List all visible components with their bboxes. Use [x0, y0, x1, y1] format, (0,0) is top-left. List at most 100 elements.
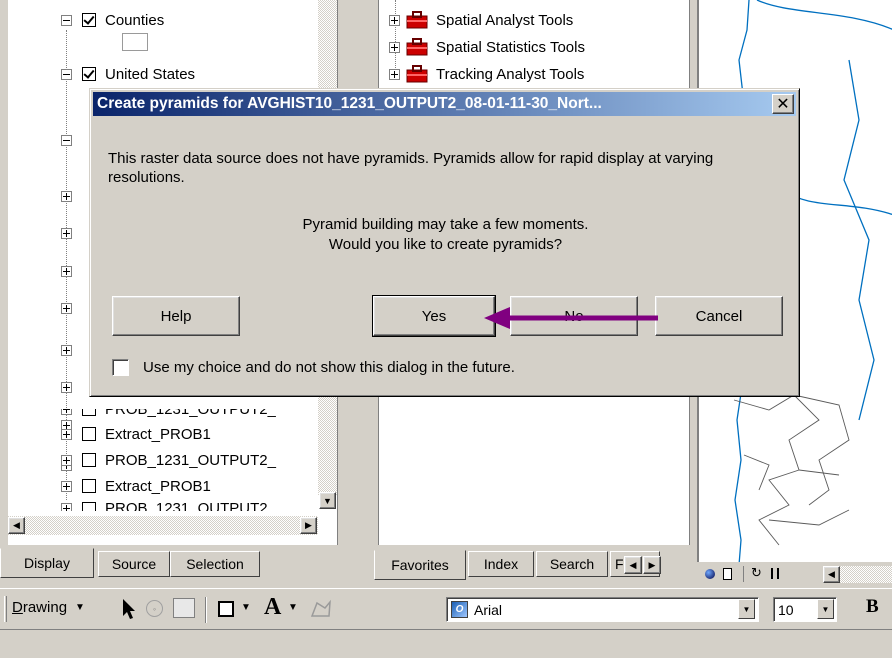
scroll-right-button[interactable]: ▶ [300, 517, 317, 534]
red-toolbox-icon [406, 65, 428, 83]
data-view-icon[interactable] [705, 569, 715, 579]
layer-row-prob-output[interactable]: PROB_1231_OUTPUT2_ [61, 409, 276, 420]
opentype-font-icon: O [451, 601, 468, 618]
drawing-menu-button[interactable]: Drawing ▼ [12, 599, 85, 616]
expand-icon[interactable] [389, 68, 400, 80]
scroll-down-button[interactable]: ▼ [319, 492, 336, 509]
toolbox-tracking-analyst[interactable]: Tracking Analyst Tools [389, 63, 584, 85]
dialog-title: Create pyramids for AVGHIST10_1231_OUTPU… [97, 95, 602, 112]
rotate-icon[interactable]: ◦ [146, 600, 163, 617]
layer-label: Counties [105, 11, 165, 29]
cancel-button[interactable]: Cancel [655, 296, 783, 336]
map-status-controls: ↻ ◀ [697, 562, 892, 588]
font-name-dropdown-button[interactable]: ▼ [738, 599, 755, 619]
font-name-combobox[interactable]: O Arial [446, 597, 759, 622]
expand-icon[interactable] [61, 191, 72, 202]
red-toolbox-icon [406, 11, 428, 29]
layer-visibility-checkbox[interactable] [82, 479, 96, 493]
layout-view-icon[interactable] [723, 568, 732, 580]
chevron-down-icon: ▼ [75, 602, 85, 613]
menu-mnemonic: D [12, 599, 23, 616]
counties-symbol [122, 31, 148, 53]
map-scroll-left-button[interactable]: ◀ [823, 566, 840, 583]
rectangle-icon[interactable] [218, 601, 234, 617]
expand-icon[interactable] [61, 228, 72, 239]
scroll-left-button[interactable]: ◀ [8, 517, 25, 534]
layer-label: PROB_1231_OUTPUT2_ [105, 451, 276, 469]
layer-row-extract-prob[interactable]: Extract_PROB1 [61, 423, 211, 445]
layer-row-counties[interactable]: Counties [61, 9, 164, 31]
layer-visibility-checkbox[interactable] [82, 427, 96, 441]
expand-icon[interactable] [389, 14, 400, 26]
dialog-message: This raster data source does not have py… [108, 150, 714, 186]
tab-selection[interactable]: Selection [170, 551, 260, 577]
tab-label: Favorites [391, 557, 449, 573]
help-button[interactable]: Help [112, 296, 240, 336]
toolbox-spatial-analyst[interactable]: Spatial Analyst Tools [389, 9, 573, 31]
bold-button[interactable]: B [866, 596, 879, 618]
layer-row-united-states[interactable]: United States [61, 63, 195, 85]
tab-label: Source [111, 556, 157, 572]
chevron-left-icon: ◀ [629, 559, 637, 570]
prompt-line: Would you like to create pyramids? [328, 236, 563, 253]
expand-icon[interactable] [389, 41, 400, 53]
layer-visibility-checkbox[interactable] [82, 13, 96, 27]
font-size-value: 10 [778, 601, 794, 618]
layer-visibility-checkbox[interactable] [82, 67, 96, 81]
remember-choice-row[interactable]: Use my choice and do not show this dialo… [112, 359, 515, 376]
dialog-titlebar[interactable]: Create pyramids for AVGHIST10_1231_OUTPU… [93, 92, 796, 116]
tab-search[interactable]: Search [536, 551, 608, 577]
expand-icon[interactable] [61, 428, 72, 440]
chevron-down-icon[interactable]: ▼ [288, 602, 298, 613]
layer-visibility-checkbox[interactable] [82, 409, 96, 416]
expand-icon[interactable] [61, 454, 72, 466]
expand-icon[interactable] [61, 382, 72, 393]
zoom-to-selected-icon[interactable] [173, 598, 195, 618]
expand-icon[interactable] [61, 303, 72, 314]
font-size-dropdown-button[interactable]: ▼ [817, 599, 834, 619]
tab-label: Display [24, 555, 70, 571]
close-button[interactable]: ✕ [772, 94, 794, 114]
select-elements-arrow-icon[interactable] [120, 598, 138, 620]
expand-icon[interactable] [61, 345, 72, 356]
collapse-icon[interactable] [61, 68, 72, 80]
chevron-left-icon: ◀ [13, 520, 20, 530]
tab-label: Index [483, 556, 519, 572]
tab-favorites[interactable]: Favorites [374, 550, 466, 580]
font-name-value: Arial [474, 601, 503, 618]
prompt-line: Pyramid building may take a few moments. [302, 216, 589, 233]
tab-source[interactable]: Source [98, 551, 170, 577]
toolbar-grip[interactable] [4, 596, 7, 622]
refresh-icon[interactable]: ↻ [751, 565, 762, 581]
annotation-arrow-icon [484, 307, 658, 329]
chevron-down-icon[interactable]: ▼ [241, 602, 251, 613]
layer-visibility-checkbox[interactable] [82, 453, 96, 467]
expand-icon[interactable] [61, 480, 72, 492]
toolbox-label: Spatial Statistics Tools [436, 38, 585, 56]
expand-icon[interactable] [61, 266, 72, 277]
expand-icon[interactable] [61, 503, 72, 511]
layer-visibility-checkbox[interactable] [82, 502, 96, 511]
yes-button[interactable]: Yes [372, 295, 496, 337]
checkbox-label: Use my choice and do not show this dialo… [143, 359, 515, 376]
toc-horizontal-scrollbar[interactable] [8, 516, 318, 535]
edit-vertices-icon[interactable] [309, 599, 333, 619]
toolbox-spatial-statistics[interactable]: Spatial Statistics Tools [389, 36, 585, 58]
layer-row-prob-output[interactable]: PROB_1231_OUTPUT2_ [61, 449, 276, 471]
map-horizontal-scrollbar[interactable] [840, 566, 892, 583]
pause-icon[interactable] [771, 568, 779, 579]
create-pyramids-dialog: Create pyramids for AVGHIST10_1231_OUTPU… [89, 88, 800, 397]
collapse-icon[interactable] [61, 135, 72, 146]
remember-choice-checkbox[interactable] [112, 359, 129, 376]
layer-row-prob-output[interactable]: PROB_1231_OUTPUT2_ [61, 499, 276, 511]
button-label: Help [160, 307, 192, 325]
collapse-icon[interactable] [61, 14, 72, 26]
tab-display[interactable]: Display [0, 548, 94, 578]
text-icon[interactable]: A [264, 594, 281, 621]
tab-scroll-right-button[interactable]: ▶ [643, 556, 661, 574]
tab-index[interactable]: Index [468, 551, 534, 577]
layer-row-extract-prob[interactable]: Extract_PROB1 [61, 475, 211, 497]
button-label: Cancel [695, 307, 743, 325]
tab-scroll-left-button[interactable]: ◀ [624, 556, 642, 574]
toolbox-label: Spatial Analyst Tools [436, 11, 574, 29]
